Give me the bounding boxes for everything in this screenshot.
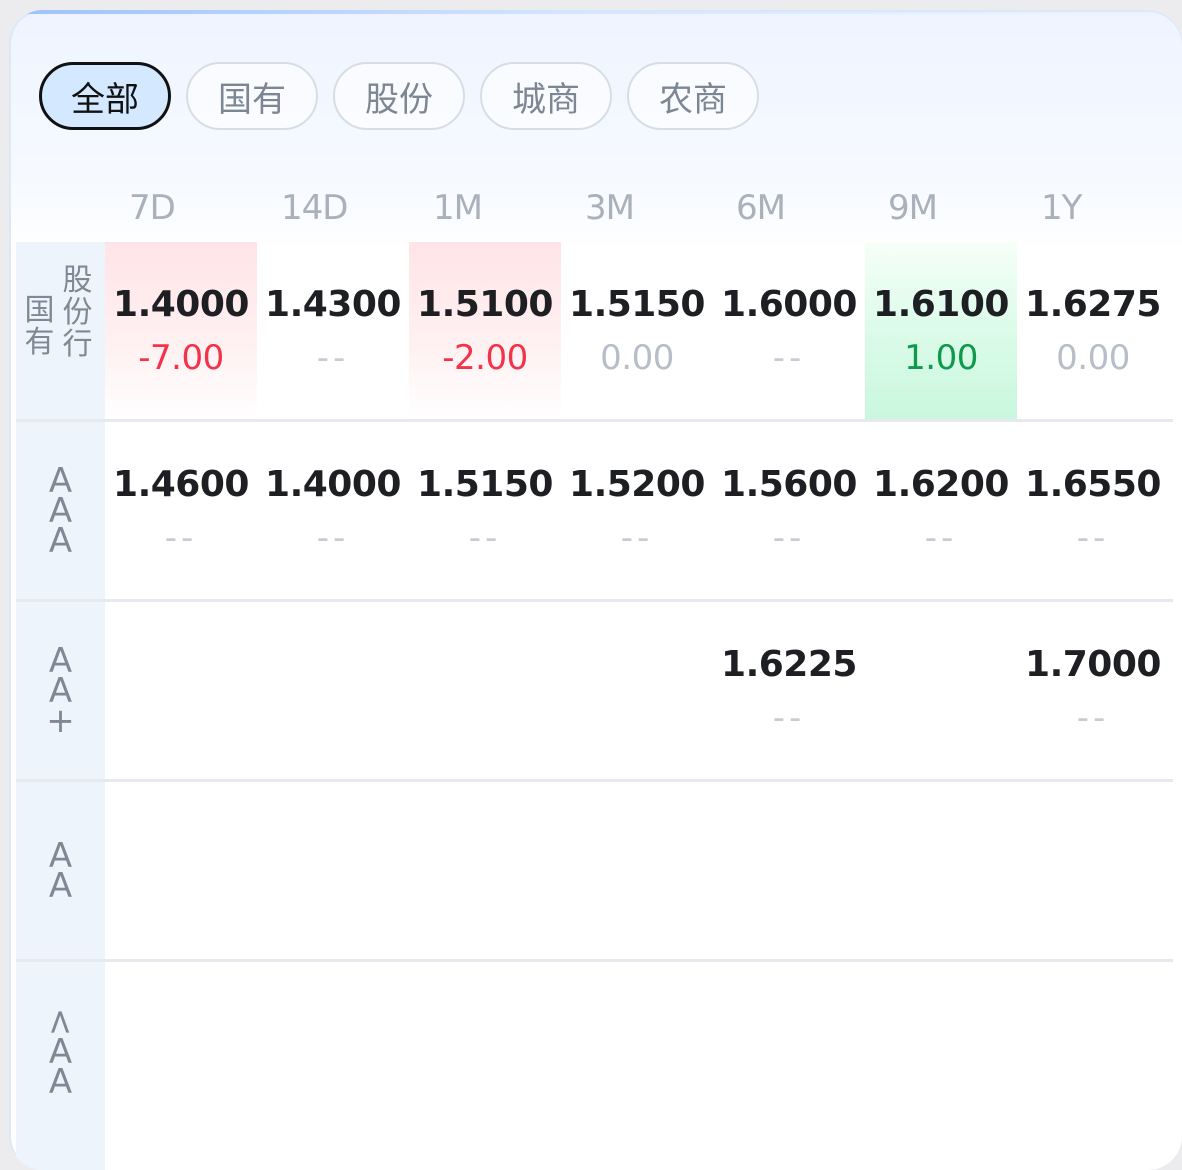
tenor-header-1m: 1M <box>433 188 483 228</box>
row-label-aa-plus: A A + <box>16 602 105 779</box>
rate-cell[interactable]: 1.5600 -- <box>713 422 865 599</box>
tenor-header-14d: 14D <box>281 188 348 228</box>
rate-cell[interactable]: 1.4000 -7.00 <box>105 242 257 419</box>
row-label-below-aa: < A A <box>16 962 105 1142</box>
rate-cell[interactable]: 1.5150 0.00 <box>561 242 713 419</box>
rate-value: 1.4600 <box>113 464 249 505</box>
row-label-char: + <box>46 700 75 741</box>
rate-change: -- <box>620 518 654 558</box>
rate-value: 1.6000 <box>721 284 857 325</box>
filter-chip-bar: 全部 国有 股份 城商 农商 <box>39 62 759 130</box>
tenor-header-1y: 1Y <box>1041 188 1082 228</box>
rate-card: 全部 国有 股份 城商 农商 7D 14D 1M 3M 6M 9M 1Y 国 有… <box>9 10 1182 1170</box>
rate-change: -- <box>164 518 198 558</box>
rate-change: -- <box>924 518 958 558</box>
rate-cell[interactable]: 1.6100 1.00 <box>865 242 1017 419</box>
rate-change: 1.00 <box>904 338 978 378</box>
rate-change: -- <box>1076 698 1110 738</box>
rate-cell[interactable]: 1.6550 -- <box>1017 422 1169 599</box>
filter-chip-rural-commercial[interactable]: 农商 <box>627 62 759 130</box>
rate-change: -- <box>316 518 350 558</box>
rate-value: 1.6200 <box>873 464 1009 505</box>
row-label-aa: A A <box>16 782 105 959</box>
rate-value: 1.5200 <box>569 464 705 505</box>
table-row: A A + 1.6225 -- 1.7000 -- <box>16 602 1173 782</box>
rate-value: 1.4000 <box>113 284 249 325</box>
rate-cell[interactable]: 1.5200 -- <box>561 422 713 599</box>
row-label-char: 行 <box>62 326 93 362</box>
rate-value: 1.6275 <box>1025 284 1161 325</box>
tenor-header-6m: 6M <box>736 188 786 228</box>
rate-value: 1.7000 <box>1025 644 1161 685</box>
rate-cell[interactable]: 1.5150 -- <box>409 422 561 599</box>
rate-change: -2.00 <box>442 338 528 378</box>
row-label-aaa: A A A <box>16 422 105 599</box>
rate-change: -- <box>772 338 806 378</box>
row-label-char: 国 <box>24 292 55 328</box>
rate-value: 1.4300 <box>265 284 401 325</box>
rate-change: 0.00 <box>600 338 674 378</box>
filter-chip-joint-stock[interactable]: 股份 <box>333 62 465 130</box>
row-label-char: A <box>48 1062 73 1102</box>
row-label-char: A <box>48 865 73 906</box>
row-label-char: A <box>48 520 73 561</box>
filter-chip-city-commercial[interactable]: 城商 <box>480 62 612 130</box>
rate-value: 1.6550 <box>1025 464 1161 505</box>
row-label-char: 股 <box>62 262 93 298</box>
rate-value: 1.5100 <box>417 284 553 325</box>
rate-change: -- <box>316 338 350 378</box>
rate-value: 1.6100 <box>873 284 1009 325</box>
rate-value: 1.5150 <box>569 284 705 325</box>
rate-value: 1.5150 <box>417 464 553 505</box>
table-row: A A <box>16 782 1173 962</box>
rate-value: 1.4000 <box>265 464 401 505</box>
rate-cell[interactable]: 1.7000 -- <box>1017 602 1169 779</box>
row-label-char: 有 <box>24 324 55 360</box>
tenor-header-9m: 9M <box>888 188 938 228</box>
tenor-header-row: 7D 14D 1M 3M 6M 9M 1Y <box>105 188 1171 244</box>
tenor-header-7d: 7D <box>129 188 176 228</box>
table-row: < A A <box>16 962 1173 1142</box>
rate-change: -- <box>468 518 502 558</box>
filter-chip-all[interactable]: 全部 <box>39 62 171 130</box>
table-row: 国 有 股 份 行 1.4000 -7.00 1.4300 -- 1.5100 … <box>16 242 1173 422</box>
rate-cell[interactable]: 1.6275 0.00 <box>1017 242 1169 419</box>
rate-change: -- <box>1076 518 1110 558</box>
rate-cell[interactable]: 1.4000 -- <box>257 422 409 599</box>
rate-change: 0.00 <box>1056 338 1130 378</box>
rate-change: -- <box>772 698 806 738</box>
row-label-state-joint-banks: 国 有 股 份 行 <box>16 242 105 419</box>
rate-cell[interactable]: 1.6225 -- <box>713 602 865 779</box>
rate-value: 1.5600 <box>721 464 857 505</box>
rate-cell[interactable]: 1.4300 -- <box>257 242 409 419</box>
rate-value: 1.6225 <box>721 644 857 685</box>
rate-change: -- <box>772 518 806 558</box>
row-label-char: < <box>40 1007 81 1037</box>
tenor-header-3m: 3M <box>585 188 635 228</box>
rate-cell[interactable]: 1.5100 -2.00 <box>409 242 561 419</box>
rate-cell[interactable]: 1.6200 -- <box>865 422 1017 599</box>
rate-cell[interactable]: 1.6000 -- <box>713 242 865 419</box>
rate-change: -7.00 <box>138 338 224 378</box>
row-label-char: 份 <box>62 294 93 330</box>
rate-cell[interactable]: 1.4600 -- <box>105 422 257 599</box>
filter-chip-state-owned[interactable]: 国有 <box>186 62 318 130</box>
table-row: A A A 1.4600 -- 1.4000 -- 1.5150 -- 1.52… <box>16 422 1173 602</box>
